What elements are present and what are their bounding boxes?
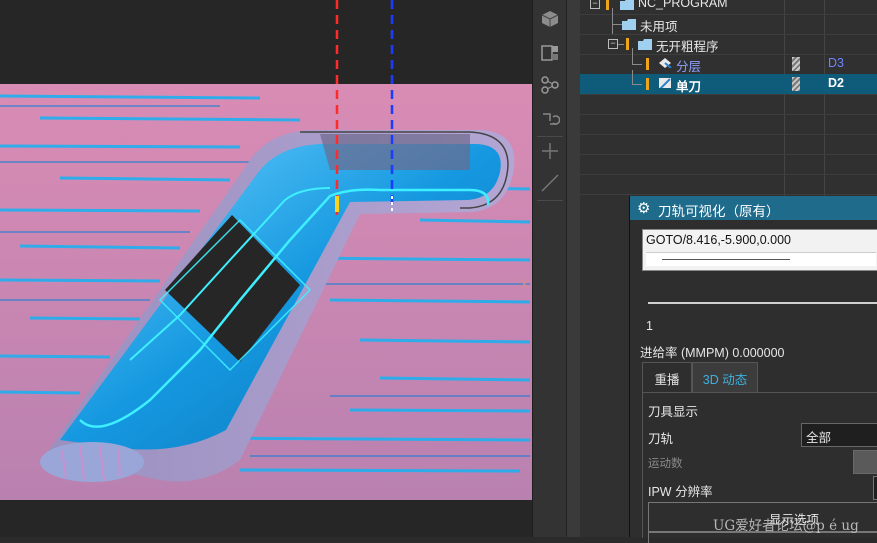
tool-tip xyxy=(335,196,339,212)
goto-list[interactable]: GOTO/8.416,-5.900,0.000 xyxy=(642,229,877,271)
warning-icon xyxy=(606,0,609,10)
view-toolbar xyxy=(532,0,567,537)
tab-replay[interactable]: 重播 xyxy=(642,362,692,393)
tree-label: 未用项 xyxy=(640,20,678,34)
operation-icon xyxy=(659,78,671,88)
line-icon xyxy=(541,174,559,192)
graphics-viewport[interactable]: X xyxy=(0,0,532,537)
cube-view-button[interactable] xyxy=(537,6,563,32)
x-axis-label: X xyxy=(520,276,529,291)
tree-row-unused[interactable]: 未用项 xyxy=(580,8,877,35)
tree-label: 单刀 xyxy=(676,80,702,94)
toolpath-visualization-dialog: ⚙ 刀轨可视化（原有） GOTO/8.416,-5.900,0.000 1 进给… xyxy=(629,196,877,543)
tree-row-single-tool-op[interactable]: 单刀 D2 xyxy=(580,70,877,95)
layout-button[interactable] xyxy=(537,40,563,66)
hole-bottom xyxy=(40,442,144,482)
tool-icon xyxy=(792,77,800,91)
tree-label: 无开粗程序 xyxy=(656,40,719,54)
refresh-button[interactable] xyxy=(537,106,563,132)
dialog-title: 刀轨可视化（原有） xyxy=(658,204,780,219)
tree-label: 分层 xyxy=(676,60,702,74)
tab-3d-dynamic[interactable]: 3D 动态 xyxy=(692,362,758,393)
operation-icon xyxy=(659,58,672,68)
warning-icon xyxy=(626,38,629,50)
branch-button[interactable] xyxy=(537,72,563,98)
tool-name: D2 xyxy=(828,76,844,90)
plus-icon xyxy=(542,143,558,159)
tool-icon xyxy=(792,57,800,71)
ipw-resolution-label: IPW 分辨率 xyxy=(648,485,713,499)
tree-row-program-group[interactable]: − 无开粗程序 xyxy=(580,24,877,55)
tree-row-layer-op[interactable]: 分层 D3 xyxy=(580,48,877,75)
toolpath-select[interactable]: 全部 xyxy=(801,423,877,447)
animation-slider[interactable] xyxy=(648,302,877,304)
line-button[interactable] xyxy=(537,170,563,196)
folder-icon xyxy=(622,19,636,30)
motion-count-input[interactable] xyxy=(853,450,877,474)
dialog-title-bar[interactable]: ⚙ 刀轨可视化（原有） xyxy=(630,196,877,220)
ipw-resolution-select[interactable] xyxy=(873,476,877,500)
watermark: UG爱好者论坛@p é ug xyxy=(713,518,859,534)
feed-rate-readout: 进给率 (MMPM) 0.000000 xyxy=(640,346,785,360)
folder-icon xyxy=(638,39,652,50)
plus-button[interactable] xyxy=(537,138,563,164)
warning-icon xyxy=(646,78,649,90)
refresh-icon xyxy=(543,113,560,125)
tool-display-label: 刀具显示 xyxy=(648,405,699,419)
vertical-scrollbar[interactable] xyxy=(566,0,581,537)
toolpath-label: 刀轨 xyxy=(648,432,674,446)
goto-statement: GOTO/8.416,-5.900,0.000 xyxy=(646,233,792,247)
warning-icon xyxy=(646,58,649,70)
collapse-icon[interactable]: − xyxy=(590,0,600,9)
gear-icon: ⚙ xyxy=(637,200,651,217)
tree-row-nc-program[interactable]: − NC_PROGRAM xyxy=(580,0,877,15)
motion-count-label: 运动数 xyxy=(648,458,683,470)
collapse-icon[interactable]: − xyxy=(608,39,618,49)
folder-icon xyxy=(620,0,634,10)
toolpath-scene xyxy=(0,0,532,500)
cube-icon xyxy=(541,11,559,27)
branch-icon xyxy=(541,76,559,94)
step-value: 1 xyxy=(646,319,653,333)
tree-label: NC_PROGRAM xyxy=(638,0,728,10)
goto-scroll[interactable] xyxy=(646,252,876,266)
tool-name: D3 xyxy=(828,56,844,70)
layout-icon xyxy=(541,45,558,61)
